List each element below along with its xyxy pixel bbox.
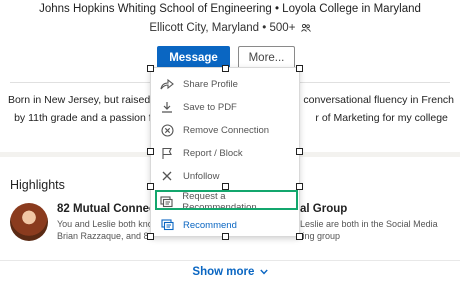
highlights-title: Highlights	[10, 178, 65, 192]
chevron-down-icon	[259, 269, 268, 275]
about-line1-start: Born in New Jersey, but raised i	[7, 94, 156, 106]
mutual-connections-title[interactable]: 82 Mutual Connecti	[57, 203, 162, 215]
avatar[interactable]	[10, 203, 48, 241]
resize-handle-bottom-left[interactable]	[147, 233, 154, 240]
resize-handle-top-middle[interactable]	[222, 65, 229, 72]
flag-icon	[159, 145, 175, 161]
mutual-group-title[interactable]: al Group	[300, 203, 347, 215]
resize-handle-inner-right[interactable]	[296, 183, 303, 190]
resize-handle-bottom-middle[interactable]	[222, 233, 229, 240]
mutual-group-desc: Leslie are both in the Social Media ting…	[300, 219, 438, 241]
more-dropdown-menu: Share Profile Save to PDF Remove Connect…	[150, 67, 300, 237]
resize-handle-inner-top[interactable]	[222, 183, 229, 190]
recommend-icon	[159, 217, 175, 233]
menu-item-share-profile[interactable]: Share Profile	[159, 74, 297, 94]
about-line1-end: conversational fluency in French	[303, 94, 455, 106]
more-button[interactable]: More...	[238, 46, 295, 69]
show-more-button[interactable]: Show more	[0, 266, 460, 278]
connections-icon	[300, 23, 311, 32]
x-icon	[159, 168, 175, 184]
mutual-connections-desc: You and Leslie both kno Brian Razzaque, …	[57, 219, 154, 241]
about-line2-start: by 11th grade and a passion for r	[14, 112, 168, 124]
resize-handle-middle-right[interactable]	[296, 148, 303, 155]
menu-item-report-block[interactable]: Report / Block	[159, 143, 297, 163]
resize-handle-inner-left[interactable]	[147, 183, 154, 190]
show-more-divider	[0, 260, 460, 261]
selection-highlight-box	[155, 190, 298, 210]
menu-item-recommend[interactable]: Recommend	[159, 215, 297, 235]
menu-item-remove-connection[interactable]: Remove Connection	[159, 120, 297, 140]
resize-handle-middle-left[interactable]	[147, 148, 154, 155]
education-line: Johns Hopkins Whiting School of Engineer…	[39, 3, 421, 15]
resize-handle-top-right[interactable]	[296, 65, 303, 72]
connections-count[interactable]: 500+	[270, 22, 296, 34]
menu-item-save-pdf[interactable]: Save to PDF	[159, 97, 297, 117]
remove-connection-icon	[159, 122, 175, 138]
download-icon	[159, 99, 175, 115]
resize-handle-top-left[interactable]	[147, 65, 154, 72]
resize-handle-bottom-right[interactable]	[296, 233, 303, 240]
share-icon	[159, 76, 175, 92]
message-button[interactable]: Message	[157, 46, 230, 69]
location-text: Ellicott City, Maryland	[149, 22, 260, 34]
location-line: Ellicott City, Maryland • 500+	[0, 22, 460, 34]
